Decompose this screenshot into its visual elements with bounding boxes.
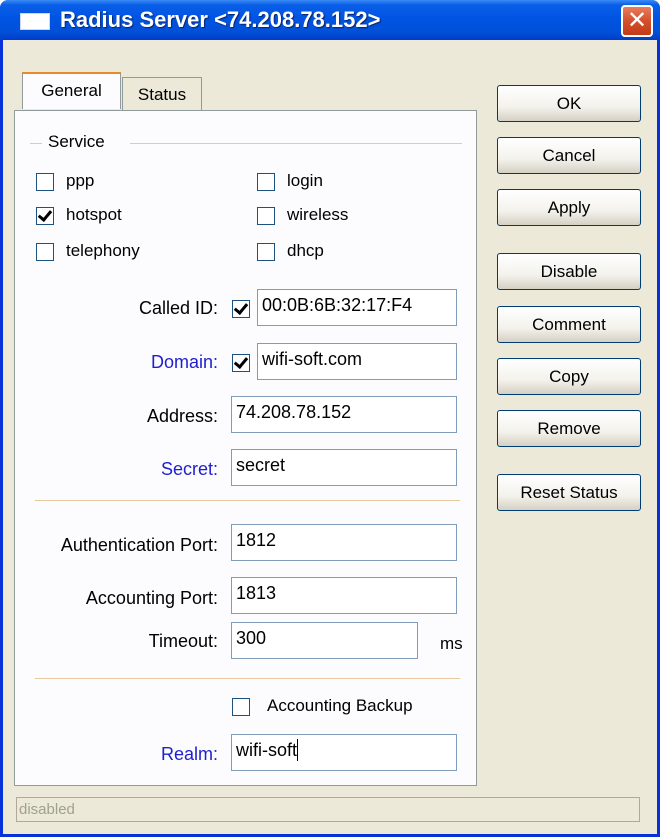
hotspot-checkbox[interactable] [36, 207, 54, 225]
realm-field[interactable]: wifi-soft [231, 734, 457, 771]
address-field[interactable]: 74.208.78.152 [231, 396, 457, 433]
disable-button[interactable]: Disable [497, 253, 641, 290]
acct-port-label: Accounting Port: [85, 588, 218, 608]
called-id-checkbox[interactable] [232, 300, 250, 318]
realm-value: wifi-soft [236, 740, 298, 760]
close-button[interactable]: ✕ [621, 5, 653, 37]
timeout-unit: ms [440, 634, 463, 653]
accounting-backup-label: Accounting Backup [267, 696, 413, 715]
auth-port-label: Authentication Port: [60, 535, 218, 555]
ppp-label: ppp [66, 171, 95, 190]
status-bar: disabled [16, 797, 640, 822]
window-title: Radius Server <74.208.78.152> [60, 7, 381, 32]
timeout-label: Timeout: [148, 631, 218, 651]
auth-port-field[interactable]: 1812 [231, 524, 457, 561]
dhcp-label: dhcp [287, 241, 324, 260]
reset-status-button[interactable]: Reset Status [497, 474, 641, 511]
timeout-field[interactable]: 300 [231, 622, 418, 659]
accounting-backup-checkbox[interactable] [232, 698, 250, 716]
called-id-field[interactable]: 00:0B:6B:32:17:F4 [257, 289, 457, 326]
group-divider [130, 143, 462, 144]
realm-label: Realm: [160, 744, 218, 764]
dhcp-checkbox[interactable] [257, 243, 275, 261]
group-divider [30, 143, 42, 144]
section-divider [35, 678, 460, 679]
remove-button[interactable]: Remove [497, 410, 641, 447]
login-label: login [287, 171, 323, 190]
window-icon [20, 13, 50, 30]
secret-label: Secret: [160, 459, 218, 479]
address-label: Address: [146, 406, 218, 426]
secret-field[interactable]: secret [231, 449, 457, 486]
cancel-button[interactable]: Cancel [497, 137, 641, 174]
tab-general[interactable]: General [22, 72, 121, 109]
wireless-label: wireless [287, 205, 349, 224]
telephony-checkbox[interactable] [36, 243, 54, 261]
hotspot-label: hotspot [66, 205, 122, 224]
close-icon: ✕ [626, 7, 648, 34]
acct-port-field[interactable]: 1813 [231, 577, 457, 614]
ok-button[interactable]: OK [497, 85, 641, 122]
apply-button[interactable]: Apply [497, 189, 641, 226]
service-group-label: Service [44, 132, 109, 152]
telephony-label: telephony [66, 241, 140, 260]
domain-checkbox[interactable] [232, 354, 250, 372]
called-id-label: Called ID: [138, 298, 218, 318]
ppp-checkbox[interactable] [36, 173, 54, 191]
wireless-checkbox[interactable] [257, 207, 275, 225]
comment-button[interactable]: Comment [497, 306, 641, 343]
domain-label: Domain: [150, 352, 218, 372]
title-bar[interactable]: Radius Server <74.208.78.152> ✕ [0, 0, 660, 40]
domain-field[interactable]: wifi-soft.com [257, 343, 457, 380]
copy-button[interactable]: Copy [497, 358, 641, 395]
login-checkbox[interactable] [257, 173, 275, 191]
section-divider [35, 500, 460, 501]
tab-status[interactable]: Status [122, 77, 202, 110]
text-caret [297, 739, 299, 762]
